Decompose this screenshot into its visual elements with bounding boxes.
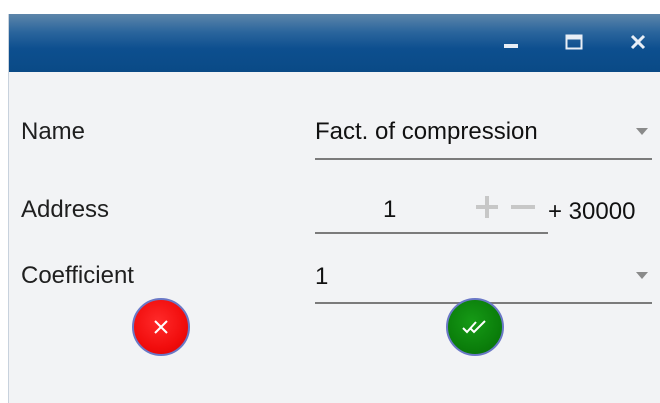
name-value: Fact. of compression — [315, 118, 538, 145]
address-offset: + 30000 — [548, 198, 636, 225]
chevron-down-icon — [636, 128, 648, 135]
minimize-button[interactable] — [497, 28, 525, 56]
decrement-button[interactable] — [509, 193, 537, 221]
close-button[interactable] — [624, 28, 652, 56]
minus-icon — [511, 205, 535, 209]
name-dropdown[interactable]: Fact. of compression — [315, 110, 652, 160]
coefficient-dropdown[interactable]: 1 — [315, 255, 652, 304]
name-label: Name — [21, 118, 86, 145]
close-icon — [630, 34, 646, 50]
title-bar[interactable] — [9, 14, 660, 72]
increment-button[interactable] — [473, 193, 501, 221]
address-value: 1 — [383, 196, 397, 223]
minimize-icon — [504, 44, 518, 48]
maximize-button[interactable] — [560, 28, 588, 56]
double-check-icon — [462, 320, 486, 334]
coefficient-label: Coefficient — [21, 262, 134, 289]
address-label: Address — [21, 196, 110, 223]
close-icon — [154, 320, 168, 334]
plus-icon — [476, 196, 498, 218]
cancel-button[interactable] — [132, 298, 190, 356]
ok-button[interactable] — [446, 298, 504, 356]
chevron-down-icon — [636, 272, 648, 279]
maximize-icon — [565, 34, 583, 50]
coefficient-value: 1 — [315, 263, 329, 290]
